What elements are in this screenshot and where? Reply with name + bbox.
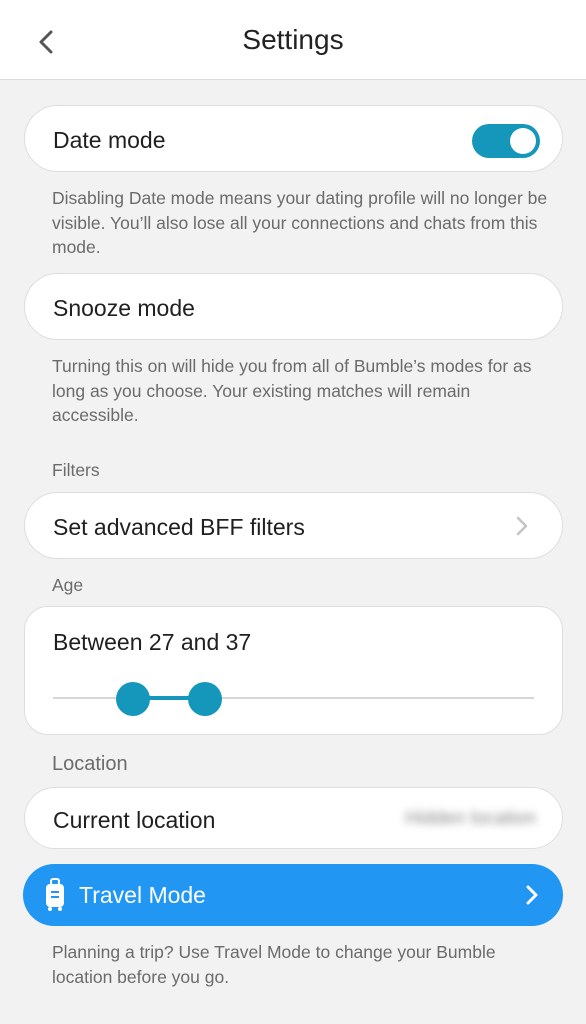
filters-section-label: Filters: [52, 460, 100, 480]
advanced-bff-filters-label: Set advanced BFF filters: [53, 514, 305, 540]
age-range-card: Between 27 and 37: [24, 606, 563, 735]
travel-mode-label: Travel Mode: [79, 882, 206, 908]
snooze-mode-row[interactable]: Snooze mode: [24, 273, 563, 340]
current-location-value: Hidden location: [405, 808, 536, 829]
page-title: Settings: [242, 24, 344, 55]
snooze-mode-label: Snooze mode: [53, 295, 195, 321]
age-section-label: Age: [52, 575, 84, 595]
toggle-knob: [510, 128, 536, 154]
app-header: Settings: [0, 0, 586, 80]
date-mode-label: Date mode: [53, 127, 166, 153]
travel-mode-button[interactable]: Travel Mode: [23, 864, 563, 926]
current-location-label: Current location: [53, 807, 216, 833]
advanced-bff-filters-row[interactable]: Set advanced BFF filters: [24, 492, 563, 559]
current-location-row[interactable]: Current location Hidden location: [24, 787, 563, 849]
age-range-text: Between 27 and 37: [53, 629, 252, 655]
age-slider-max-thumb[interactable]: [188, 682, 222, 716]
chevron-right-icon: [526, 885, 538, 905]
date-mode-description: Disabling Date mode means your dating pr…: [52, 188, 548, 257]
luggage-icon: [46, 878, 64, 911]
chevron-right-icon: [516, 516, 528, 536]
travel-mode-description: Planning a trip? Use Travel Mode to chan…: [52, 942, 496, 987]
date-mode-toggle[interactable]: [472, 124, 540, 158]
location-section-label: Location: [52, 753, 128, 775]
age-slider-min-thumb[interactable]: [116, 682, 150, 716]
date-mode-row[interactable]: Date mode: [24, 105, 563, 172]
snooze-mode-description: Turning this on will hide you from all o…: [52, 356, 532, 425]
